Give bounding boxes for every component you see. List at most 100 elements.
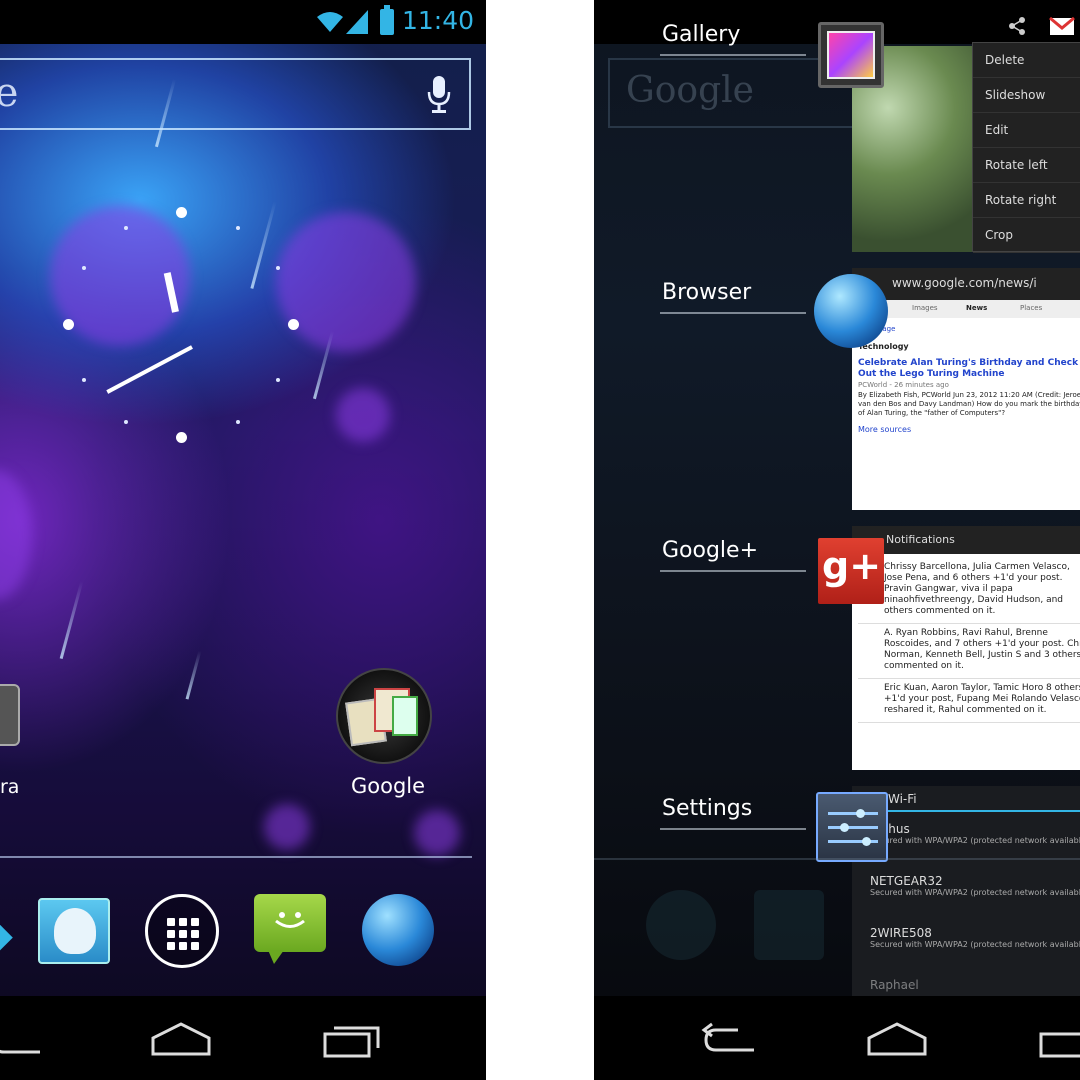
home-screen: 11:40 le [0, 0, 486, 1080]
clock-marker-12 [176, 207, 187, 218]
browser-app-icon[interactable] [362, 894, 434, 966]
browser-page-content: Front page Technology Celebrate Alan Tur… [858, 324, 1080, 435]
settings-sliders-icon[interactable] [816, 792, 888, 862]
signal-icon [346, 10, 368, 34]
more-sources-link: More sources [858, 425, 912, 434]
clock-tick [82, 378, 86, 382]
browser-tab: News [966, 304, 988, 312]
wallpaper-bokeh [276, 212, 416, 352]
wallpaper-streak [185, 650, 202, 700]
menu-item-delete[interactable]: Delete [973, 43, 1080, 78]
wifi-network-row: NETGEAR32 Secured with WPA/WPA2 (protect… [870, 874, 1080, 898]
back-button-icon[interactable] [0, 1020, 50, 1060]
recent-app-label-gallery: Gallery [662, 22, 741, 47]
browser-tab: Images [912, 304, 938, 312]
clock-tick [276, 266, 280, 270]
phone-icon[interactable] [0, 919, 13, 959]
notification-item: A. Ryan Robbins, Ravi Rahul, Brenne Rosc… [858, 624, 1080, 679]
news-snippet: By Elizabeth Fish, PCWorld Jun 23, 2012 … [858, 391, 1080, 417]
screenshot-composite: 11:40 le [0, 0, 1080, 1080]
wifi-network-name: NETGEAR32 [870, 874, 943, 888]
google-folder-icon[interactable] [336, 668, 432, 764]
label-underline [660, 312, 806, 314]
google-plus-app-icon[interactable]: g+ [818, 538, 884, 604]
menu-item-edit[interactable]: Edit [973, 113, 1080, 148]
status-bar: 11:40 [0, 0, 486, 44]
wifi-network-name: Raphael [870, 978, 919, 992]
wifi-network-row: 2WIRE508 Secured with WPA/WPA2 (protecte… [870, 926, 1080, 950]
wallpaper-bokeh [264, 804, 310, 850]
dock-divider [594, 858, 1080, 860]
dock-divider [0, 856, 472, 858]
news-headline: Celebrate Alan Turing's Birthday and Che… [858, 358, 1079, 379]
smiley-icon [275, 912, 305, 928]
wifi-network-name: olphus [870, 822, 910, 836]
navigation-bar [594, 996, 1080, 1080]
clock-tick [236, 420, 240, 424]
menu-item-rotate-left[interactable]: Rotate left [973, 148, 1080, 183]
gallery-app-icon[interactable] [818, 22, 884, 88]
people-app-icon[interactable] [38, 898, 110, 964]
clock-marker-3 [288, 319, 299, 330]
all-apps-button[interactable] [145, 894, 219, 968]
camera-app-icon[interactable] [0, 684, 20, 746]
recent-apps-button-icon[interactable] [1038, 1020, 1080, 1060]
google-search-bar[interactable]: le [0, 58, 471, 130]
back-button-icon[interactable] [698, 1020, 758, 1060]
wifi-network-name: 2WIRE508 [870, 926, 932, 940]
clock-marker-9 [63, 319, 74, 330]
recent-app-label-google-plus: Google+ [662, 538, 759, 563]
notifications-header: Notifications [852, 526, 1080, 554]
search-logo-text: le [0, 70, 19, 116]
dimmed-search-logo: Google [626, 70, 754, 111]
wifi-network-row: olphus Secured with WPA/WPA2 (protected … [870, 822, 1080, 846]
messaging-app-icon[interactable] [254, 894, 326, 964]
label-underline [660, 828, 806, 830]
clock-tick [82, 266, 86, 270]
menu-item-slideshow[interactable]: Slideshow [973, 78, 1080, 113]
wifi-network-security: Secured with WPA/WPA2 (protected network… [870, 940, 1080, 949]
microphone-icon[interactable] [427, 74, 451, 114]
latitude-icon [392, 696, 418, 736]
browser-tab: Places [1020, 304, 1043, 312]
section-heading: Technology [858, 342, 909, 351]
clock-tick [276, 378, 280, 382]
gmail-icon [1049, 16, 1075, 35]
wallpaper-bokeh [336, 388, 390, 442]
person-icon [54, 908, 96, 954]
menu-item-crop[interactable]: Crop [973, 218, 1080, 253]
clock-tick [124, 420, 128, 424]
status-time: 11:40 [401, 6, 474, 35]
home-button-icon[interactable] [150, 1020, 212, 1060]
gallery-overflow-menu: Delete Slideshow Edit Rotate left Rotate… [972, 42, 1080, 253]
action-bar-icons [1009, 16, 1075, 35]
label-underline [660, 570, 806, 572]
label-underline [660, 54, 806, 56]
share-icon [1009, 17, 1025, 35]
navigation-bar [0, 996, 486, 1080]
news-source: PCWorld - 26 minutes ago [858, 381, 949, 389]
home-button-icon[interactable] [866, 1020, 928, 1060]
notifications-list: Chrissy Barcellona, Julia Carmen Velasco… [858, 558, 1080, 723]
clock-tick [236, 226, 240, 230]
recent-app-label-settings: Settings [662, 796, 753, 821]
google-plus-thumbnail[interactable]: Notifications Chrissy Barcellona, Julia … [852, 526, 1080, 770]
clock-minute-hand [106, 345, 193, 394]
wifi-icon [317, 12, 343, 32]
recent-app-label-browser: Browser [662, 280, 752, 305]
recent-apps-button-icon[interactable] [322, 1020, 382, 1060]
menu-item-rotate-right[interactable]: Rotate right [973, 183, 1080, 218]
wifi-network-security: Secured with WPA/WPA2 (protected network… [870, 888, 1080, 897]
browser-globe-icon[interactable] [814, 274, 888, 348]
notification-item: Chrissy Barcellona, Julia Carmen Velasco… [858, 558, 1080, 624]
wifi-network-row: Raphael [870, 978, 1080, 992]
dimmed-app-icon [754, 890, 824, 960]
clock-tick [124, 226, 128, 230]
clock-marker-6 [176, 432, 187, 443]
dimmed-phone-icon [646, 890, 716, 960]
wallpaper-streak [59, 580, 84, 660]
wallpaper-bokeh [414, 810, 460, 856]
browser-url: www.google.com/news/i [852, 268, 1080, 300]
google-folder-label: Google [351, 774, 426, 798]
recent-apps-screen: Google Gallery Delete Slideshow Edit Rot… [594, 0, 1080, 1080]
